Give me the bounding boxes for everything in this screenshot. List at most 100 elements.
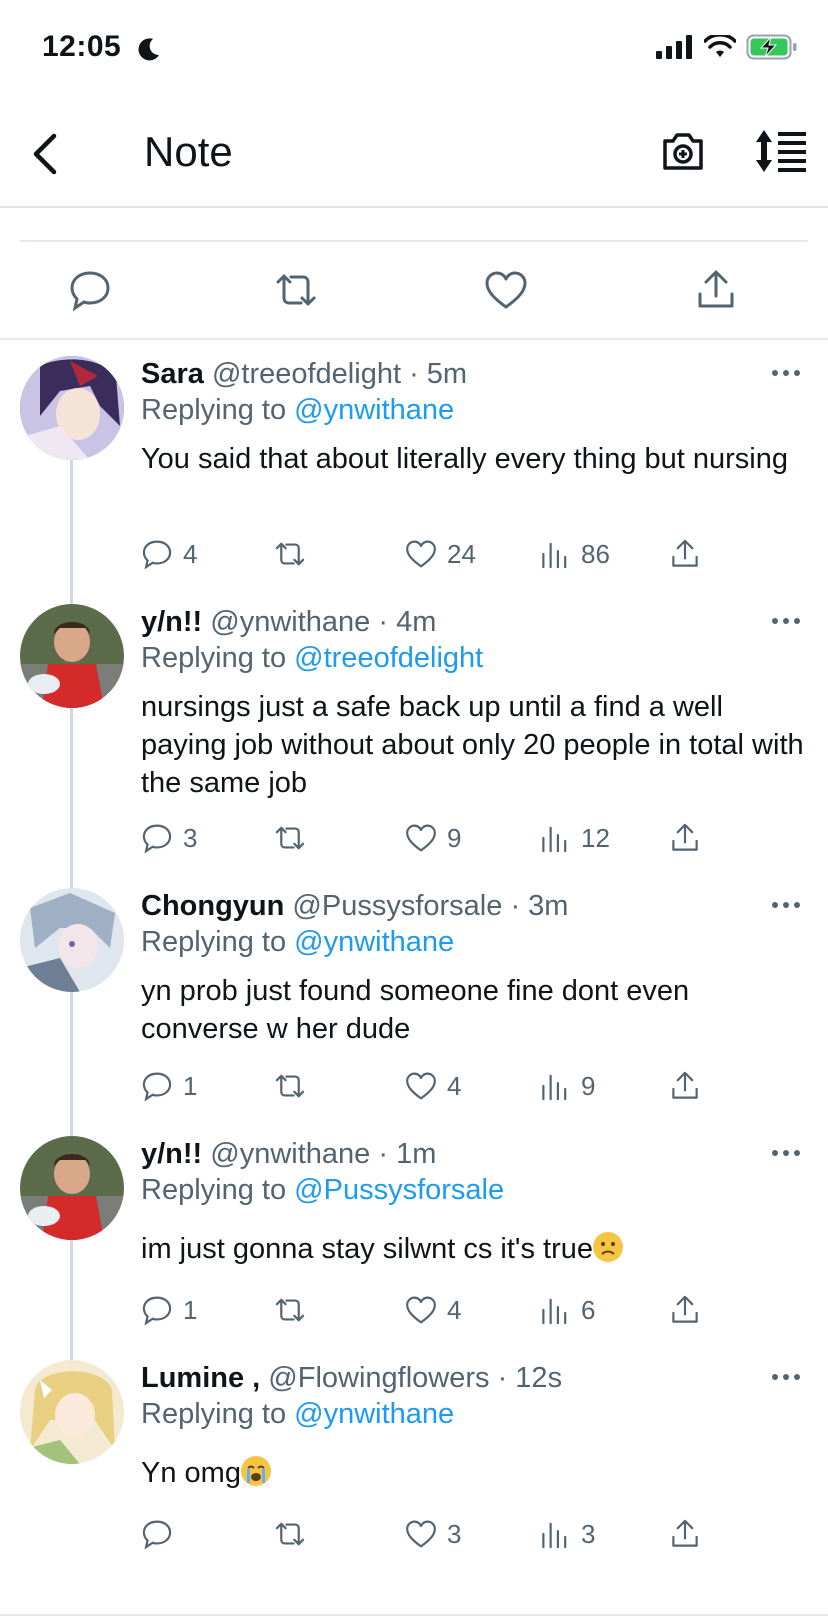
- views-count: 12: [581, 822, 610, 853]
- more-options-icon[interactable]: [770, 616, 802, 626]
- mention-link[interactable]: @treeofdelight: [294, 642, 483, 674]
- author-handle[interactable]: @Pussysforsale: [292, 890, 502, 922]
- sort-replies-icon[interactable]: [754, 128, 808, 174]
- replying-prefix: Replying to: [141, 1398, 287, 1430]
- reply-count: 1: [183, 1070, 198, 1101]
- retweet-action[interactable]: [274, 818, 306, 858]
- retweet-action[interactable]: [274, 1514, 306, 1554]
- retweet-action[interactable]: [274, 1290, 306, 1330]
- avatar[interactable]: [20, 604, 124, 708]
- reply-tweet[interactable]: y/n!! @ynwithane · 1m Replying to @Pussy…: [0, 1130, 828, 1356]
- tweet-actions: 4 24 86: [141, 534, 741, 574]
- author-name[interactable]: Lumine ,: [141, 1362, 260, 1394]
- avatar[interactable]: [20, 1360, 124, 1464]
- reply-action[interactable]: 1: [141, 1066, 197, 1106]
- author-handle[interactable]: @treeofdelight: [212, 358, 401, 390]
- share-icon: [672, 1519, 698, 1547]
- frowning-face-emoji-icon: [592, 1232, 623, 1262]
- retweet-icon: [275, 1074, 305, 1098]
- reply-tweet[interactable]: Lumine , @Flowingflowers · 12s Replying …: [0, 1354, 828, 1594]
- reply-tweet[interactable]: Sara @treeofdelight · 5m Replying to @yn…: [0, 350, 828, 600]
- wifi-icon: [704, 35, 736, 57]
- views-chart-icon: [542, 826, 567, 853]
- author-name[interactable]: y/n!!: [141, 1138, 202, 1170]
- mention-link[interactable]: @ynwithane: [294, 1398, 454, 1430]
- reply-icon[interactable]: [68, 268, 112, 312]
- camera-icon[interactable]: [660, 128, 706, 174]
- tweet-text: Yn omg: [141, 1454, 811, 1492]
- author-handle[interactable]: @ynwithane: [210, 1138, 370, 1170]
- more-options-icon[interactable]: [770, 1148, 802, 1158]
- reply-meta: Lumine , @Flowingflowers · 12s: [141, 1362, 562, 1395]
- like-icon: [406, 1296, 436, 1324]
- avatar[interactable]: [20, 356, 124, 460]
- mention-link[interactable]: @ynwithane: [294, 394, 454, 426]
- author-name[interactable]: Sara: [141, 358, 204, 390]
- author-name[interactable]: Chongyun: [141, 890, 284, 922]
- views-action[interactable]: 6: [539, 1290, 595, 1330]
- timestamp: · 5m: [409, 358, 468, 390]
- back-arrow-icon[interactable]: [26, 130, 66, 178]
- like-count: 4: [447, 1294, 462, 1325]
- reply-tweet[interactable]: y/n!! @ynwithane · 4m Replying to @treeo…: [0, 598, 828, 878]
- share-icon: [672, 1071, 698, 1099]
- share-action[interactable]: [669, 818, 701, 858]
- like-action[interactable]: 3: [405, 1514, 461, 1554]
- avatar-image: [20, 356, 124, 460]
- avatar-image: [20, 888, 124, 992]
- like-count: 24: [447, 538, 476, 569]
- status-time: 12:05: [42, 30, 122, 63]
- avatar-image: [20, 1136, 124, 1240]
- reply-action[interactable]: 3: [141, 818, 197, 858]
- mention-link[interactable]: @ynwithane: [294, 926, 454, 958]
- timestamp: · 12s: [497, 1362, 563, 1394]
- retweet-action[interactable]: [274, 1066, 306, 1106]
- avatar[interactable]: [20, 888, 124, 992]
- share-action[interactable]: [669, 534, 701, 574]
- like-action[interactable]: 4: [405, 1066, 461, 1106]
- like-action[interactable]: 24: [405, 534, 476, 574]
- author-handle[interactable]: @Flowingflowers: [268, 1362, 489, 1394]
- tweet-actions: 3 9 12: [141, 818, 741, 858]
- share-action[interactable]: [669, 1514, 701, 1554]
- reply-action[interactable]: 1: [141, 1290, 197, 1330]
- author-handle[interactable]: @ynwithane: [210, 606, 370, 638]
- share-icon[interactable]: [694, 268, 738, 312]
- reply-meta: y/n!! @ynwithane · 4m: [141, 606, 436, 639]
- more-options-icon[interactable]: [770, 368, 802, 378]
- reply-action[interactable]: [141, 1514, 183, 1554]
- share-action[interactable]: [669, 1066, 701, 1106]
- like-action[interactable]: 4: [405, 1290, 461, 1330]
- divider: [0, 1614, 828, 1616]
- reply-tweet[interactable]: Chongyun @Pussysforsale · 3m Replying to…: [0, 882, 828, 1132]
- views-action[interactable]: 12: [539, 818, 610, 858]
- battery-charging-icon: [746, 34, 797, 60]
- share-action[interactable]: [669, 1290, 701, 1330]
- avatar[interactable]: [20, 1136, 124, 1240]
- like-icon[interactable]: [484, 268, 528, 312]
- like-icon: [406, 1072, 436, 1100]
- like-action[interactable]: 9: [405, 818, 461, 858]
- reply-icon: [142, 824, 172, 854]
- more-options-icon[interactable]: [770, 900, 802, 910]
- views-action[interactable]: 9: [539, 1066, 595, 1106]
- views-action[interactable]: 3: [539, 1514, 595, 1554]
- mention-link[interactable]: @Pussysforsale: [294, 1174, 504, 1206]
- replying-prefix: Replying to: [141, 926, 287, 958]
- top-nav-bar: Note: [0, 100, 828, 208]
- replying-prefix: Replying to: [141, 394, 287, 426]
- replying-prefix: Replying to: [141, 1174, 287, 1206]
- retweet-action[interactable]: [274, 534, 306, 574]
- retweet-icon[interactable]: [274, 268, 318, 312]
- author-name[interactable]: y/n!!: [141, 606, 202, 638]
- replying-to: Replying to @treeofdelight: [141, 642, 483, 675]
- views-chart-icon: [542, 1074, 567, 1101]
- more-options-icon[interactable]: [770, 1372, 802, 1382]
- main-tweet-actions: [0, 250, 828, 340]
- views-action[interactable]: 86: [539, 534, 610, 574]
- like-icon: [406, 540, 436, 568]
- views-chart-icon: [542, 542, 567, 569]
- status-bar: 12:05: [0, 0, 828, 100]
- reply-action[interactable]: 4: [141, 534, 197, 574]
- reply-icon: [142, 1296, 172, 1326]
